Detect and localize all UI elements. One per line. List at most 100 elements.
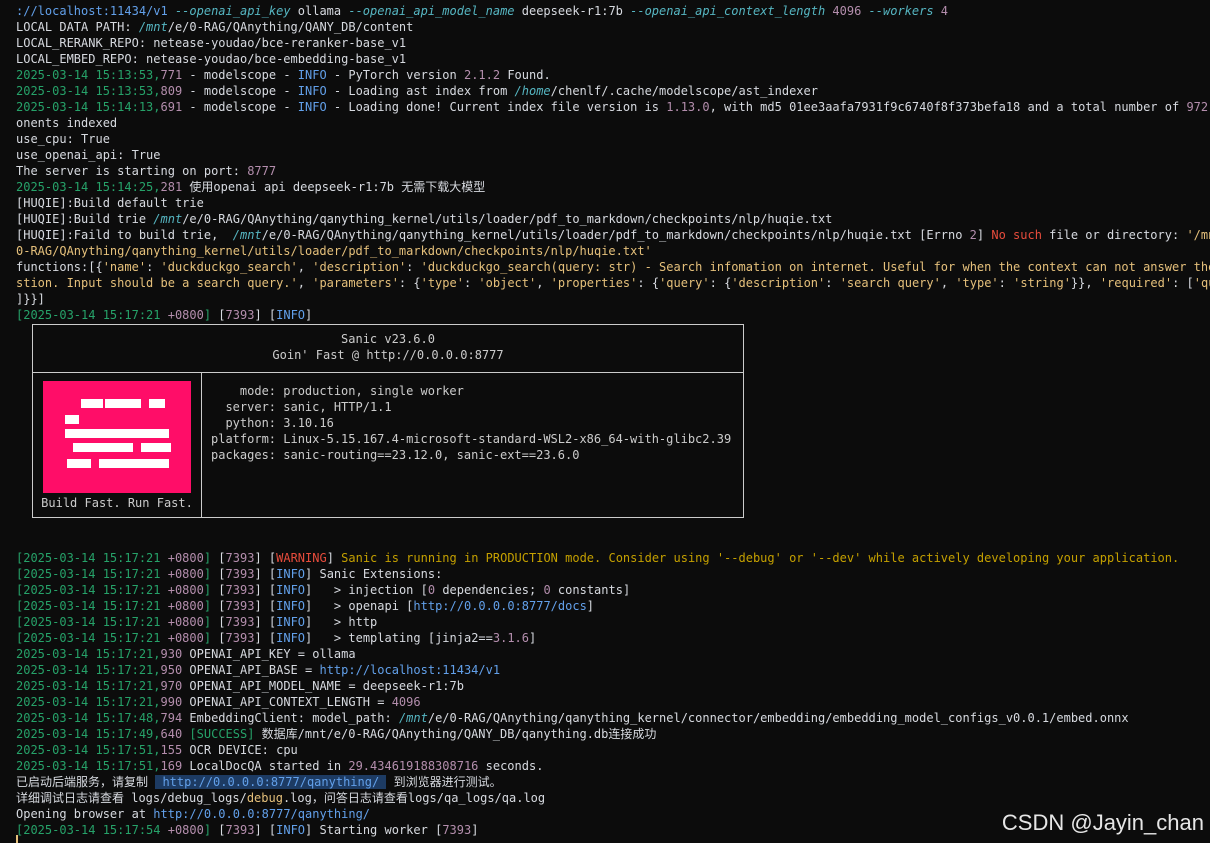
log-segment: ] [471, 823, 479, 837]
log-segment[interactable]: http://0.0.0.0:8777/qanything/ [155, 775, 387, 789]
log-segment: ://localhost:11434/v1 [16, 4, 175, 18]
sanic-info-line: server: sanic, HTTP/1.1 [211, 400, 392, 414]
log-segment: OPENAI_API_CONTEXT_LENGTH = [182, 695, 392, 709]
log-segment: ] [203, 823, 219, 837]
log-segment: 'required' [1099, 276, 1173, 290]
log-segment: - modelscope - [182, 100, 298, 114]
log-segment: ] > templating [jinja2== [305, 631, 493, 645]
log-segment: 691 [160, 100, 183, 114]
log-segment: [ [218, 631, 226, 645]
log-segment: /mnt [153, 212, 183, 226]
log-segment: [2025-03-14 15:17:21 [16, 615, 168, 629]
log-line: 已启动后端服务，请复制 http://0.0.0.0:8777/qanythin… [16, 774, 1210, 790]
log-segment: 281 [160, 180, 183, 194]
log-segment: 950 [160, 663, 183, 677]
log-line: ]}}] [16, 291, 1210, 307]
log-segment: ] > injection [ [305, 583, 428, 597]
log-segment: INFO [297, 100, 327, 114]
log-segment: 'object' [478, 276, 537, 290]
log-segment: ] [203, 567, 219, 581]
log-line: LOCAL DATA PATH: /mnt/e/0-RAG/QAnything/… [16, 19, 1210, 35]
log-segment: ] > http [305, 615, 378, 629]
log-segment: --workers [868, 4, 941, 18]
log-segment: ] [203, 551, 219, 565]
log-line: stion. Input should be a search query.',… [16, 275, 1210, 291]
log-segment: 970 [160, 679, 183, 693]
sanic-tagline: Build Fast. Run Fast. [41, 496, 193, 510]
log-segment: 0 [543, 583, 551, 597]
log-segment: debug [246, 791, 283, 805]
log-segment: 2025-03-14 15:13:53, [16, 68, 161, 82]
log-segment: [ [218, 308, 226, 322]
log-segment: 8777 [247, 164, 277, 178]
log-line: use_cpu: True [16, 131, 1210, 147]
log-segment: - modelscope - [182, 84, 298, 98]
log-segment: INFO [297, 84, 327, 98]
log-segment: dependencies; [435, 583, 544, 597]
log-line: 2025-03-14 15:13:53,809 - modelscope - I… [16, 83, 1210, 99]
log-segment: /e/0-RAG/QAnything/qanything_kernel/conn… [427, 711, 1129, 725]
log-segment: 'duckduckgo_search' [160, 260, 298, 274]
log-segment: ] [ [254, 631, 277, 645]
log-segment: INFO [276, 308, 306, 322]
log-line: 详细调试日志请查看 logs/debug_logs/debug.log，问答日志… [16, 790, 1210, 806]
log-segment: , [297, 260, 313, 274]
log-segment: 1.13.0 [666, 100, 710, 114]
log-segment: '/mnt/e/ [1186, 228, 1210, 242]
log-segment: 4 [940, 4, 949, 18]
log-segment: : { [398, 276, 421, 290]
log-segment: [2025-03-14 15:17:21 [16, 308, 168, 322]
log-segment: [ [218, 567, 226, 581]
log-segment: +0800 [167, 551, 204, 565]
log-segment: 7393 [225, 308, 255, 322]
log-segment: LocalDocQA started in [182, 759, 349, 773]
log-segment: 2025-03-14 15:17:21, [16, 695, 161, 709]
log-segment: ] [203, 615, 219, 629]
sanic-subtitle: Goin' Fast @ http://0.0.0.0:8777 [272, 348, 504, 362]
log-segment: : [406, 260, 421, 274]
log-line: [HUQIE]:Build default trie [16, 195, 1210, 211]
log-segment: [2025-03-14 15:17:21 [16, 551, 168, 565]
log-segment: +0800 [167, 615, 204, 629]
log-segment: 7393 [442, 823, 472, 837]
log-segment: 7393 [225, 551, 255, 565]
log-segment: 2025-03-14 15:17:49, [16, 727, 161, 741]
log-segment: /e/0-RAG/QAnything/qanything_kernel/util… [182, 212, 833, 226]
log-segment: /chenlf/.cache/modelscope/ast_indexer [550, 84, 818, 98]
log-segment: 972 [1186, 100, 1209, 114]
log-segment: - Loading done! Current index file versi… [326, 100, 667, 114]
sanic-title: Sanic v23.6.0 [341, 332, 435, 346]
log-line: [2025-03-14 15:17:21 +0800] [7393] [INFO… [16, 307, 1210, 323]
log-segment: ollama [297, 4, 349, 18]
sanic-logo-icon [43, 381, 191, 493]
log-segment: 到浏览器进行测试。 [386, 775, 502, 789]
log-segment: 'description' [312, 260, 407, 274]
log-segment: , with md5 01ee3aafa7931f9c6740f8f373bef… [709, 100, 1187, 114]
log-segment: 155 [160, 743, 183, 757]
log-segment: ] [ [254, 823, 277, 837]
log-segment: +0800 [167, 567, 204, 581]
log-segment: ] [529, 631, 537, 645]
log-segment: ] [ [254, 567, 277, 581]
log-segment: , [536, 276, 551, 290]
log-line: 2025-03-14 15:17:51,155 OCR DEVICE: cpu [16, 742, 1210, 758]
log-line: onents indexed [16, 115, 1210, 131]
log-line: [2025-03-14 15:17:21 +0800] [7393] [INFO… [16, 598, 1210, 614]
log-segment: : [998, 276, 1014, 290]
log-segment: 2025-03-14 15:17:51, [16, 759, 161, 773]
log-segment: 2025-03-14 15:13:53, [16, 84, 161, 98]
log-segment: LOCAL_RERANK_REPO: netease-youdao/bce-re… [16, 36, 407, 50]
log-section-bottom: [2025-03-14 15:17:21 +0800] [7393] [WARN… [16, 550, 1210, 838]
log-segment: 数据库/mnt/e/0-RAG/QAnything/QANY_DB/qanyth… [254, 727, 657, 741]
log-segment: 'type' [420, 276, 464, 290]
log-segment: stion. Input should be a search query.' [16, 276, 298, 290]
log-segment: [HUQIE]:Build trie [16, 212, 154, 226]
log-segment: 'name' [102, 260, 147, 274]
log-line: 2025-03-14 15:17:21,970 OPENAI_API_MODEL… [16, 678, 1210, 694]
log-segment: 'search query' [839, 276, 941, 290]
log-line: 2025-03-14 15:14:25,281 使用openai api dee… [16, 179, 1210, 195]
log-segment: use_openai_api: True [16, 148, 161, 162]
log-segment: seconds. [478, 759, 544, 773]
log-segment: : [146, 260, 161, 274]
log-line: [2025-03-14 15:17:21 +0800] [7393] [INFO… [16, 566, 1210, 582]
